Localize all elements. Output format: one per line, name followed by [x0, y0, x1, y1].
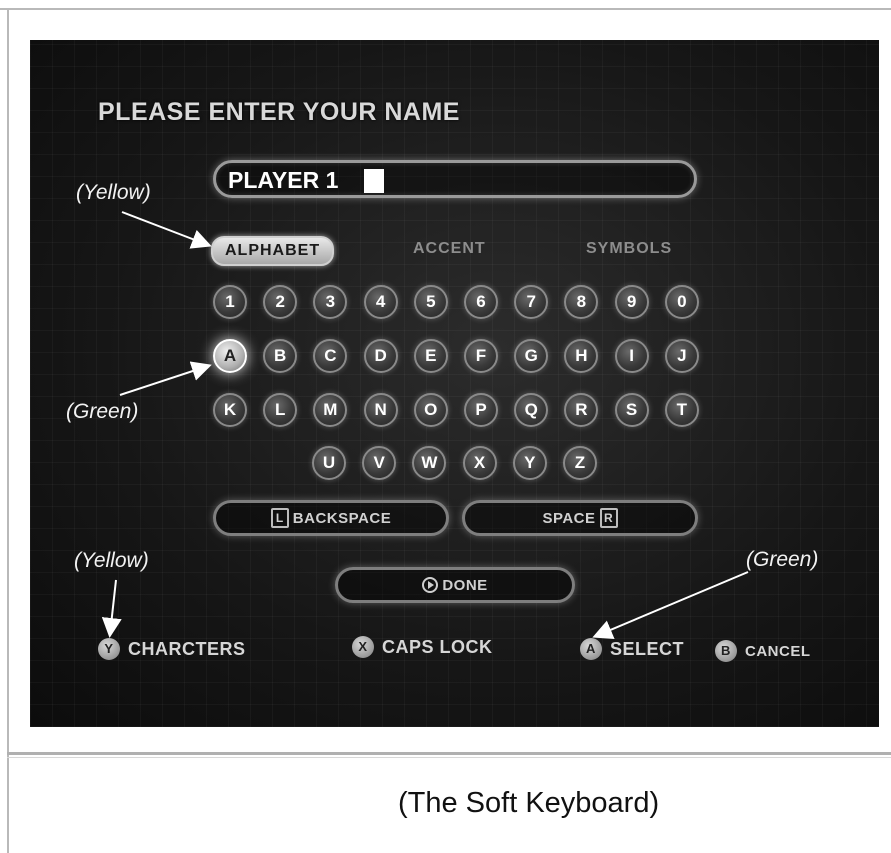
key-z[interactable]: Z — [563, 446, 597, 480]
key-4[interactable]: 4 — [363, 285, 398, 319]
key-a[interactable]: A — [213, 339, 247, 373]
name-prompt: PLEASE ENTER YOUR NAME — [98, 98, 460, 126]
space-label: SPACE — [542, 509, 596, 527]
key-v[interactable]: V — [362, 446, 397, 480]
backspace-label: BACKSPACE — [292, 509, 392, 527]
tab-accent[interactable]: ACCENT — [413, 236, 486, 262]
hint-characters-label: CHARCTERS — [128, 638, 246, 659]
y-button-icon: Y — [98, 638, 120, 660]
r-shoulder-icon: R — [599, 508, 618, 528]
annotation-arrows — [101, 211, 749, 640]
key-m[interactable]: M — [313, 393, 348, 427]
key-2[interactable]: 2 — [263, 285, 298, 319]
key-e[interactable]: E — [413, 339, 448, 373]
hint-select-label: SELECT — [610, 638, 685, 659]
key-s[interactable]: S — [614, 393, 649, 427]
key-c[interactable]: C — [313, 339, 348, 373]
done-label: DONE — [442, 576, 488, 594]
divider-line — [7, 752, 891, 755]
frame-top-border — [0, 8, 891, 10]
key-6[interactable]: 6 — [464, 285, 498, 319]
annotation-yellow-tab: (Yellow) — [76, 181, 151, 204]
key-7[interactable]: 7 — [514, 285, 549, 319]
key-n[interactable]: N — [363, 393, 398, 427]
key-y[interactable]: Y — [512, 446, 547, 480]
game-screen: PLEASE ENTER YOUR NAME PLAYER 1 ALPHABET… — [30, 40, 879, 727]
tab-alphabet[interactable]: ALPHABET — [211, 236, 335, 266]
l-shoulder-icon: L — [270, 508, 289, 528]
key-r[interactable]: R — [564, 393, 599, 427]
key-1[interactable]: 1 — [213, 285, 247, 319]
backspace-button[interactable]: L BACKSPACE — [213, 500, 449, 536]
arrow-to-select-hint — [592, 571, 749, 640]
hint-caps-lock[interactable]: X CAPS LOCK — [352, 636, 493, 658]
text-cursor — [364, 169, 384, 193]
hint-cancel-label: CANCEL — [745, 642, 811, 660]
key-j[interactable]: J — [664, 339, 699, 373]
key-u[interactable]: U — [312, 446, 346, 480]
x-button-icon: X — [352, 636, 374, 658]
annotation-green-key: (Green) — [66, 400, 139, 423]
name-input-field[interactable]: PLAYER 1 — [213, 160, 697, 198]
key-q[interactable]: Q — [514, 393, 549, 427]
tab-symbols[interactable]: SYMBOLS — [586, 236, 672, 262]
key-k[interactable]: K — [213, 393, 247, 427]
key-o[interactable]: O — [413, 393, 448, 427]
key-9[interactable]: 9 — [614, 285, 649, 319]
space-button[interactable]: SPACE R — [462, 500, 698, 536]
hint-cancel[interactable]: B CANCEL — [715, 640, 811, 662]
key-h[interactable]: H — [564, 339, 599, 373]
key-g[interactable]: G — [514, 339, 549, 373]
key-b[interactable]: B — [263, 339, 298, 373]
hint-caps-lock-label: CAPS LOCK — [382, 636, 493, 657]
key-0[interactable]: 0 — [664, 285, 699, 319]
key-5[interactable]: 5 — [413, 285, 448, 319]
key-d[interactable]: D — [363, 339, 398, 373]
annotation-yellow-hint: (Yellow) — [74, 549, 149, 572]
key-i[interactable]: I — [614, 339, 649, 373]
name-value: PLAYER 1 — [228, 167, 339, 193]
hint-characters[interactable]: Y CHARCTERS — [98, 638, 246, 660]
key-w[interactable]: W — [412, 446, 447, 480]
key-8[interactable]: 8 — [564, 285, 599, 319]
arrow-to-selected-key — [119, 361, 212, 396]
done-button[interactable]: DONE — [335, 567, 575, 603]
key-x[interactable]: X — [462, 446, 497, 480]
figure-caption: (The Soft Keyboard) — [398, 787, 660, 819]
annotation-green-hint: (Green) — [746, 548, 819, 571]
a-button-icon: A — [580, 638, 602, 660]
arrow-to-y-hint — [101, 579, 122, 638]
divider-line-light — [7, 757, 891, 758]
arrow-to-alphabet-tab — [121, 211, 212, 249]
key-f[interactable]: F — [464, 339, 498, 373]
frame-left-border — [7, 8, 9, 853]
b-button-icon: B — [715, 640, 737, 662]
key-l[interactable]: L — [263, 393, 298, 427]
key-p[interactable]: P — [464, 393, 498, 427]
key-t[interactable]: T — [664, 393, 699, 427]
key-3[interactable]: 3 — [313, 285, 348, 319]
play-icon — [422, 577, 439, 593]
hint-select[interactable]: A SELECT — [580, 638, 684, 660]
